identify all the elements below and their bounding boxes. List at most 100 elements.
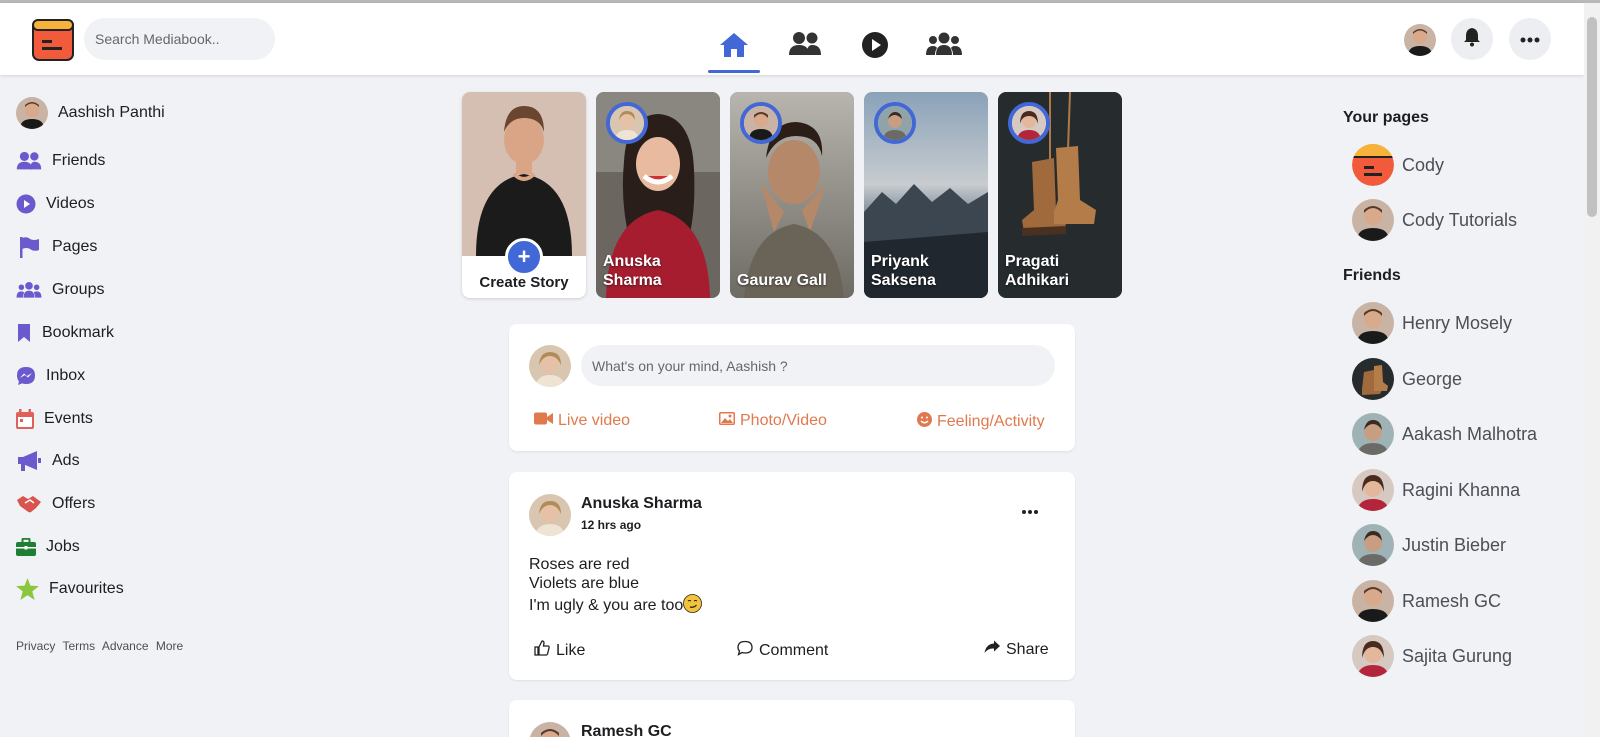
profile-name: Aashish Panthi — [58, 104, 165, 121]
more-dots-icon — [1022, 501, 1038, 519]
briefcase-icon — [16, 534, 36, 560]
groups-icon — [16, 277, 42, 303]
page-scrollbar[interactable] — [1584, 3, 1600, 737]
story-name: Gaurav Gall — [737, 272, 827, 289]
sidebar-item-label: Groups — [52, 281, 105, 298]
groups-icon — [926, 21, 962, 73]
story-card[interactable]: Pragati Adhikari — [998, 92, 1122, 298]
top-navbar — [0, 3, 1584, 75]
more-menu-button[interactable] — [1509, 18, 1551, 60]
comment-button[interactable]: Comment — [737, 640, 828, 661]
friend-item[interactable]: Ramesh GC — [1352, 580, 1501, 622]
story-card[interactable]: Priyank Saksena — [864, 92, 988, 298]
post-author[interactable]: Ramesh GC — [581, 723, 672, 737]
post-line: Roses are red — [529, 556, 630, 573]
watch-icon — [861, 21, 889, 73]
friend-item[interactable]: Ragini Khanna — [1352, 469, 1520, 511]
avatar — [1352, 358, 1394, 400]
post-options-button[interactable] — [1015, 500, 1045, 520]
logo-icon[interactable] — [32, 19, 74, 61]
feeling-activity-label: Feeling/Activity — [937, 413, 1045, 430]
sidebar-footer-links: Privacy Terms Advance More — [16, 639, 187, 653]
avatar — [1352, 413, 1394, 455]
share-label: Share — [1006, 640, 1049, 658]
sidebar-item-bookmark[interactable]: Bookmark — [16, 320, 114, 346]
avatar — [529, 345, 571, 387]
your-pages-heading: Your pages — [1343, 109, 1429, 126]
sidebar-item-jobs[interactable]: Jobs — [16, 534, 80, 560]
friend-name: Ramesh GC — [1402, 590, 1502, 611]
footer-link-more[interactable]: More — [156, 639, 183, 653]
avatar — [1352, 635, 1394, 677]
live-video-button[interactable]: Live video — [534, 412, 630, 430]
friend-item[interactable]: Aakash Malhotra — [1352, 413, 1537, 455]
sidebar-item-label: Ads — [52, 452, 80, 469]
friend-item[interactable]: Justin Bieber — [1352, 524, 1506, 566]
search-input[interactable] — [84, 18, 275, 60]
home-icon — [718, 21, 750, 73]
story-avatar — [874, 102, 916, 144]
notifications-button[interactable] — [1451, 18, 1493, 60]
post-timestamp: 12 hrs ago — [581, 518, 642, 532]
sidebar-item-offers[interactable]: Offers — [16, 491, 95, 517]
bell-icon — [1463, 27, 1481, 52]
post-author[interactable]: Anuska Sharma — [581, 495, 702, 513]
avatar[interactable] — [529, 494, 571, 536]
page-item[interactable]: Cody Tutorials — [1352, 199, 1517, 241]
sidebar-item-pages[interactable]: Pages — [16, 234, 97, 260]
photo-video-button[interactable]: Photo/Video — [719, 412, 827, 430]
megaphone-icon — [16, 448, 42, 474]
handshake-icon — [16, 491, 42, 517]
status-input[interactable] — [581, 345, 1055, 386]
smile-icon — [917, 412, 937, 432]
sidebar-item-inbox[interactable]: Inbox — [16, 363, 85, 389]
sidebar-item-label: Events — [44, 410, 93, 427]
sidebar-item-label: Videos — [46, 195, 95, 212]
tab-groups[interactable] — [918, 21, 970, 73]
profile-avatar[interactable] — [1404, 24, 1436, 56]
sidebar-item-label: Pages — [52, 238, 98, 255]
sidebar-item-ads[interactable]: Ads — [16, 448, 80, 474]
more-dots-icon — [1520, 30, 1540, 48]
friend-item[interactable]: Henry Mosely — [1352, 302, 1512, 344]
sidebar-item-favourites[interactable]: Favourites — [16, 576, 124, 602]
share-button[interactable]: Share — [984, 640, 1049, 659]
friend-item[interactable]: George — [1352, 358, 1462, 400]
friend-item[interactable]: Sajita Gurung — [1352, 635, 1512, 677]
sidebar-item-label: Friends — [52, 152, 106, 169]
tab-friends[interactable] — [779, 21, 831, 73]
footer-link-privacy[interactable]: Privacy — [16, 639, 55, 653]
footer-link-advance[interactable]: Advance — [102, 639, 149, 653]
sidebar-item-events[interactable]: Events — [16, 406, 93, 432]
story-avatar — [740, 102, 782, 144]
friends-icon — [788, 21, 822, 73]
create-story-label: Create Story — [479, 274, 569, 291]
messenger-icon — [16, 363, 36, 389]
feeling-activity-button[interactable]: Feeling/Activity — [917, 412, 1045, 432]
story-card[interactable]: Gaurav Gall — [730, 92, 854, 298]
post-card: Anuska Sharma 12 hrs ago Roses are red V… — [509, 472, 1075, 680]
like-button[interactable]: Like — [534, 640, 585, 661]
sidebar-item-groups[interactable]: Groups — [16, 277, 104, 303]
friend-name: Justin Bieber — [1402, 534, 1507, 555]
story-avatar — [1008, 102, 1050, 144]
footer-link-terms[interactable]: Terms — [62, 639, 95, 653]
sidebar-profile[interactable]: Aashish Panthi — [16, 97, 165, 129]
tab-watch[interactable] — [849, 21, 901, 73]
video-camera-icon — [534, 412, 558, 430]
scrollbar-thumb[interactable] — [1587, 17, 1597, 217]
avatar[interactable] — [529, 722, 571, 737]
create-story-card[interactable]: + Create Story — [462, 92, 586, 298]
sidebar-item-videos[interactable]: Videos — [16, 191, 95, 217]
story-name: Priyank Saksena — [871, 253, 936, 289]
page-item[interactable]: Cody — [1352, 144, 1444, 186]
tab-home[interactable] — [708, 21, 760, 73]
page-name: Cody — [1402, 154, 1445, 175]
sidebar-item-friends[interactable]: Friends — [16, 148, 105, 174]
live-video-label: Live video — [558, 412, 631, 429]
create-story-photo — [462, 92, 586, 256]
add-story-button[interactable]: + — [505, 238, 543, 276]
thumbs-up-icon — [534, 640, 556, 661]
post-line: I'm ugly & you are too — [529, 597, 684, 614]
story-card[interactable]: Anuska Sharma — [596, 92, 720, 298]
